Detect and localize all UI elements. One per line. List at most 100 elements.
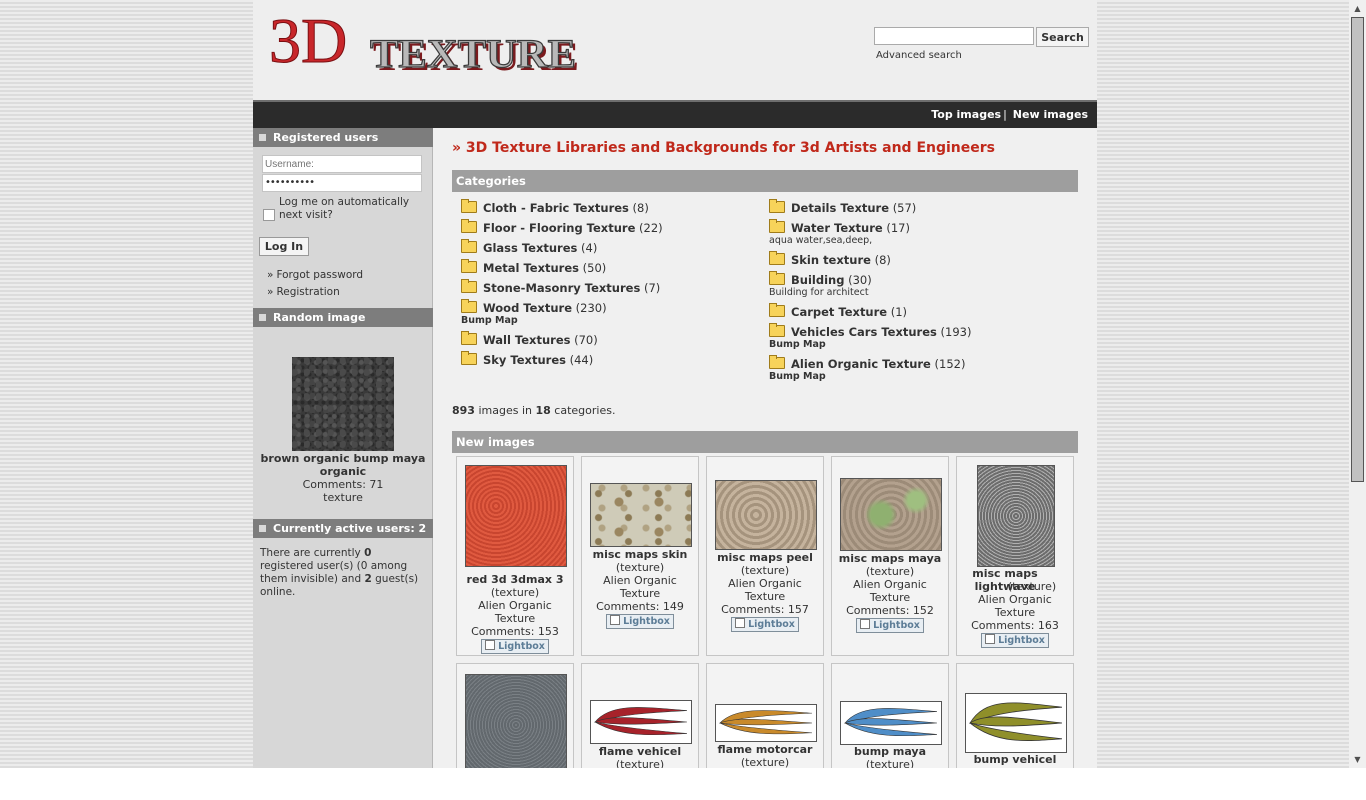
category-name[interactable]: Alien Organic Texture bbox=[791, 357, 931, 371]
category-item[interactable]: Vehicles Cars Textures (193) bbox=[769, 323, 971, 339]
category-item[interactable]: Details Texture (57) bbox=[769, 199, 916, 215]
registration-link[interactable]: Registration bbox=[276, 286, 339, 298]
lightbox-button[interactable]: Lightbox bbox=[856, 618, 924, 633]
scroll-up-icon[interactable]: ▲ bbox=[1349, 0, 1366, 17]
folder-icon bbox=[461, 239, 477, 253]
random-image-category[interactable]: texture bbox=[253, 491, 433, 504]
category-item[interactable]: Cloth - Fabric Textures (8) bbox=[461, 199, 649, 215]
image-title[interactable]: misc maps peel bbox=[707, 551, 823, 564]
vertical-scrollbar[interactable]: ▲ ▼ bbox=[1349, 0, 1366, 768]
folder-icon bbox=[769, 323, 785, 337]
image-category[interactable]: Alien Organic Texture bbox=[957, 593, 1073, 619]
scroll-down-icon[interactable]: ▼ bbox=[1349, 751, 1366, 768]
image-card: misc maps maya (texture) Alien Organic Tex… bbox=[831, 456, 949, 656]
image-title[interactable]: bump maya bbox=[832, 745, 948, 758]
image-thumbnail[interactable] bbox=[590, 483, 692, 547]
lightbox-checkbox-icon[interactable] bbox=[485, 640, 496, 650]
image-title[interactable]: flame motorcar bbox=[707, 743, 823, 756]
category-name[interactable]: Skin texture bbox=[791, 253, 871, 267]
category-name[interactable]: Wall Textures bbox=[483, 333, 570, 347]
category-name[interactable]: Details Texture bbox=[791, 201, 889, 215]
category-name[interactable]: Stone-Masonry Textures bbox=[483, 281, 640, 295]
lightbox-button[interactable]: Lightbox bbox=[606, 614, 674, 629]
category-item[interactable]: Wall Textures (70) bbox=[461, 331, 598, 347]
password-input[interactable]: •••••••••• bbox=[262, 174, 422, 192]
browser-viewport: 3D TEXTURE TEXTURE Search Advanced searc… bbox=[0, 0, 1349, 768]
logo-3d-text: 3D bbox=[269, 5, 347, 76]
image-card: flame motorcar (texture) bbox=[706, 663, 824, 768]
image-category[interactable]: Alien Organic Texture bbox=[707, 577, 823, 603]
image-thumbnail[interactable] bbox=[715, 704, 817, 742]
flame-stroke bbox=[719, 718, 813, 726]
image-category[interactable]: Alien Organic Texture bbox=[582, 574, 698, 600]
lightbox-checkbox-icon[interactable] bbox=[985, 634, 996, 644]
category-item[interactable]: Alien Organic Texture (152) bbox=[769, 355, 965, 371]
lightbox-checkbox-icon[interactable] bbox=[735, 618, 746, 628]
category-name[interactable]: Floor - Flooring Texture bbox=[483, 221, 635, 235]
image-thumbnail[interactable] bbox=[590, 700, 692, 744]
image-card: bump maya (texture) bbox=[831, 663, 949, 768]
image-title[interactable]: flame vehicel bbox=[582, 745, 698, 758]
image-title[interactable]: bump vehicel bbox=[957, 753, 1073, 766]
category-item[interactable]: Floor - Flooring Texture (22) bbox=[461, 219, 663, 235]
random-image-name[interactable]: brown organic bump maya organic bbox=[253, 452, 433, 478]
new-images-link[interactable]: New images bbox=[1013, 108, 1088, 121]
random-image-title: Random image bbox=[273, 311, 366, 324]
category-name[interactable]: Carpet Texture bbox=[791, 305, 887, 319]
image-thumbnail[interactable] bbox=[965, 693, 1067, 753]
lightbox-button[interactable]: Lightbox bbox=[731, 617, 799, 632]
image-category[interactable]: Alien Organic Texture bbox=[457, 599, 573, 625]
scrollbar-thumb[interactable] bbox=[1351, 17, 1364, 482]
lightbox-checkbox-icon[interactable] bbox=[860, 619, 871, 629]
category-item[interactable]: Glass Textures (4) bbox=[461, 239, 597, 255]
category-item[interactable]: Stone-Masonry Textures (7) bbox=[461, 279, 660, 295]
category-name[interactable]: Sky Textures bbox=[483, 353, 566, 367]
random-image-thumbnail[interactable] bbox=[292, 357, 394, 451]
category-item[interactable]: Building (30) bbox=[769, 271, 872, 287]
category-item[interactable]: Metal Textures (50) bbox=[461, 259, 606, 275]
forgot-password-link[interactable]: Forgot password bbox=[276, 269, 363, 281]
remember-me-checkbox[interactable] bbox=[263, 209, 275, 221]
category-name[interactable]: Building bbox=[791, 273, 844, 287]
image-title[interactable]: red 3d 3dmax 3 bbox=[457, 573, 573, 586]
search-button[interactable]: Search bbox=[1036, 27, 1089, 47]
lightbox-checkbox-icon[interactable] bbox=[610, 615, 621, 625]
category-description: Building for architect bbox=[769, 287, 869, 298]
site-logo[interactable]: 3D TEXTURE TEXTURE bbox=[267, 4, 587, 80]
category-name[interactable]: Metal Textures bbox=[483, 261, 579, 275]
category-item[interactable]: Skin texture (8) bbox=[769, 251, 891, 267]
category-name[interactable]: Glass Textures bbox=[483, 241, 577, 255]
category-name[interactable]: Wood Texture bbox=[483, 301, 572, 315]
image-thumbnail[interactable] bbox=[465, 674, 567, 768]
lightbox-label: Lightbox bbox=[998, 635, 1045, 646]
category-item[interactable]: Wood Texture (230) bbox=[461, 299, 607, 315]
category-item[interactable]: Water Texture (17) bbox=[769, 219, 910, 235]
advanced-search-link[interactable]: Advanced search bbox=[876, 50, 962, 61]
image-thumbnail[interactable] bbox=[465, 465, 567, 567]
image-category[interactable]: Alien Organic Texture bbox=[832, 578, 948, 604]
image-thumbnail[interactable] bbox=[977, 465, 1055, 567]
image-comments: Comments: 149 bbox=[596, 600, 684, 613]
top-images-link[interactable]: Top images bbox=[931, 108, 1001, 121]
category-name[interactable]: Vehicles Cars Textures bbox=[791, 325, 937, 339]
search-input[interactable] bbox=[874, 27, 1034, 45]
category-name[interactable]: Cloth - Fabric Textures bbox=[483, 201, 629, 215]
image-thumbnail[interactable] bbox=[840, 701, 942, 745]
image-comments: Comments: 163 bbox=[971, 619, 1059, 632]
login-button[interactable]: Log In bbox=[259, 237, 309, 256]
lightbox-button[interactable]: Lightbox bbox=[481, 639, 549, 654]
image-title[interactable]: misc maps skin bbox=[582, 548, 698, 561]
lightbox-button[interactable]: Lightbox bbox=[981, 633, 1049, 648]
username-input[interactable] bbox=[262, 155, 422, 173]
image-thumbnail[interactable] bbox=[840, 478, 942, 551]
category-item[interactable]: Sky Textures (44) bbox=[461, 351, 593, 367]
folder-icon bbox=[461, 219, 477, 233]
category-name[interactable]: Water Texture bbox=[791, 221, 883, 235]
category-item[interactable]: Carpet Texture (1) bbox=[769, 303, 907, 319]
folder-icon bbox=[769, 219, 785, 233]
image-thumbnail[interactable] bbox=[715, 480, 817, 550]
image-title[interactable]: misc maps maya bbox=[832, 552, 948, 565]
folder-icon bbox=[769, 303, 785, 317]
folder-icon bbox=[769, 355, 785, 369]
folder-icon bbox=[461, 259, 477, 273]
